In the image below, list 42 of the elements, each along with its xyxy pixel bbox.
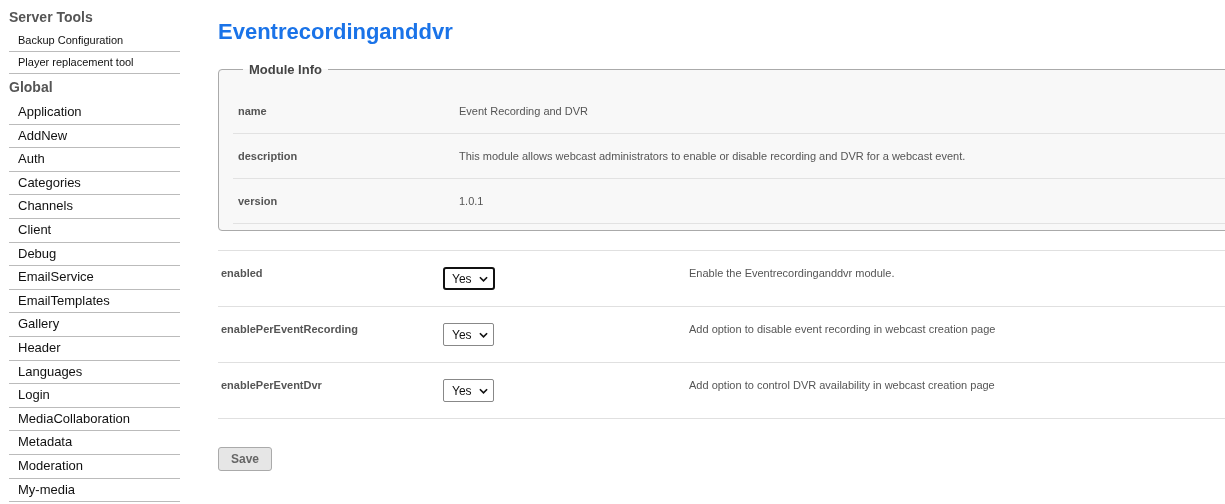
info-label: version	[237, 195, 279, 207]
sidebar-link[interactable]: Auth	[18, 148, 180, 171]
sidebar-link[interactable]: Header	[18, 336, 180, 360]
sidebar-link[interactable]: Client	[18, 218, 180, 242]
sidebar-link[interactable]: Backup Configuration	[18, 30, 180, 51]
sidebar-link[interactable]: AddNew	[18, 124, 180, 148]
caret-icon	[478, 331, 488, 338]
setting-description: Enable the Eventrecordinganddvr module.	[689, 266, 895, 281]
section-heading: Global	[9, 78, 54, 97]
sidebar-link[interactable]: Languages	[18, 360, 180, 384]
sidebar-link[interactable]: Metadata	[18, 431, 180, 454]
sidebar-link[interactable]: Gallery	[18, 313, 180, 336]
sidebar-link[interactable]: Categories	[18, 171, 180, 195]
sidebar-link[interactable]: EmailTemplates	[18, 289, 180, 313]
sidebar-link[interactable]: Application	[18, 101, 180, 124]
info-value: 1.0.1	[459, 195, 484, 207]
yes-no-dropdown[interactable]: Yes	[443, 379, 494, 402]
panel-legend: Module Info	[243, 62, 328, 77]
sidebar-link[interactable]: Login	[18, 384, 180, 407]
yes-no-dropdown[interactable]: Yes	[443, 267, 495, 290]
setting-label: enablePerEventRecording	[220, 322, 359, 337]
save-button[interactable]: Save	[218, 447, 273, 471]
caret-icon	[478, 275, 488, 282]
sidebar-link[interactable]: Player replacement tool	[18, 52, 180, 73]
sidebar-link[interactable]: Moderation	[18, 454, 180, 478]
setting-label: enabled	[220, 266, 264, 281]
section-heading: Server Tools	[9, 8, 94, 27]
info-label: name	[237, 105, 268, 117]
info-value: This module allows webcast administrators to enable or disable recording and DVR for a webcast event.	[459, 150, 966, 162]
setting-description: Add option to control DVR availability in webcast creation page	[689, 378, 995, 393]
sidebar-link[interactable]: MediaCollaboration	[18, 407, 180, 431]
setting-description: Add option to disable event recording in webcast creation page	[689, 322, 996, 337]
sidebar-link[interactable]: Channels	[18, 195, 180, 218]
sidebar-link[interactable]: My-media	[18, 478, 180, 502]
info-label: description	[237, 150, 299, 162]
sidebar-link[interactable]: EmailService	[18, 266, 180, 289]
sidebar-link[interactable]: Debug	[18, 242, 180, 266]
yes-no-dropdown[interactable]: Yes	[443, 323, 494, 346]
info-value: Event Recording and DVR	[459, 105, 588, 117]
page-title: Eventrecordinganddvr	[218, 19, 454, 45]
caret-icon	[478, 387, 488, 394]
setting-label: enablePerEventDvr	[220, 378, 323, 393]
